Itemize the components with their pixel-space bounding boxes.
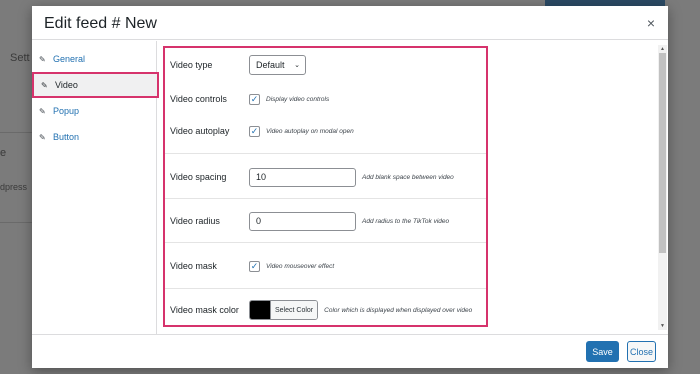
field-video-mask-color: Video mask color Select Color Color whic… [165,299,486,321]
field-video-mask: Video mask ✓ Video mouseover effect [165,256,486,276]
video-autoplay-checkbox[interactable]: ✓ [249,125,260,137]
tab-label: Button [53,132,80,142]
row-divider [165,288,486,289]
tab-label: General [53,54,86,64]
pin-icon: ✎ [39,106,46,116]
tab-video[interactable]: ✎ Video [32,72,159,98]
background-text: e [0,147,7,159]
field-video-spacing: Video spacing 10 Add blank space between… [165,165,486,189]
pin-icon: ✎ [41,80,48,90]
background-text: Sett [10,52,30,64]
scrollbar[interactable]: ▲ ▼ [658,45,667,330]
select-color-button[interactable]: Select Color [249,300,319,320]
video-autoplay-control: ✓ Video autoplay on modal open [249,125,354,137]
field-hint: Add blank space between video [362,173,454,181]
video-spacing-control: 10 Add blank space between video [249,167,454,187]
select-color-label: Select Color [270,301,318,319]
video-type-select[interactable]: Default ⌄ [249,54,306,75]
tab-popup[interactable]: ✎ Popup [32,98,156,124]
modal-footer: Save Close [32,334,668,368]
field-video-radius: Video radius 0 Add radius to the TikTok … [165,209,486,233]
field-hint: Add radius to the TikTok video [362,217,450,225]
field-label: Video spacing [170,172,227,182]
modal-header: Edit feed # New × [32,6,668,40]
field-label: Video mask [170,261,217,271]
scroll-thumb[interactable] [659,53,666,253]
background-divider [0,222,32,223]
pin-icon: ✎ [39,54,46,64]
row-divider [165,198,486,199]
field-label: Video autoplay [170,126,230,136]
video-settings-panel: Video type Default ⌄ Video controls ✓ Di… [163,46,488,327]
field-label: Video type [170,59,213,70]
video-radius-input[interactable]: 0 [249,211,356,231]
tab-label: Popup [53,106,80,116]
chevron-down-icon: ⌄ [294,61,300,69]
row-divider [165,153,486,154]
background-text: dpress [0,182,28,192]
edit-feed-modal: Edit feed # New × ✎ General ✎ Video ✎ Po… [32,6,668,368]
field-video-controls: Video controls ✓ Display video controls [165,89,486,109]
field-video-autoplay: Video autoplay ✓ Video autoplay on modal… [165,121,486,141]
video-mask-color-control: Select Color Color which is displayed wh… [249,300,472,320]
video-controls-checkbox[interactable]: ✓ [249,93,260,105]
field-hint: Color which is displayed when displayed … [324,306,473,314]
video-controls-control: ✓ Display video controls [249,93,330,105]
modal-title: Edit feed # New [44,15,157,32]
video-spacing-input[interactable]: 10 [249,167,356,187]
scroll-down-arrow-icon[interactable]: ▼ [658,322,667,330]
field-hint: Video autoplay on modal open [266,127,354,135]
video-type-control: Default ⌄ [249,54,306,75]
field-label: Video mask color [170,305,239,315]
video-mask-control: ✓ Video mouseover effect [249,260,335,272]
close-icon[interactable]: × [642,14,660,32]
field-hint: Display video controls [266,95,330,103]
select-value: Default [256,59,285,70]
settings-tabs: ✎ General ✎ Video ✎ Popup ✎ Button [32,41,159,334]
row-divider [165,242,486,243]
video-mask-checkbox[interactable]: ✓ [249,260,260,272]
save-button[interactable]: Save [586,341,619,362]
field-label: Video controls [170,94,227,104]
field-hint: Video mouseover effect [266,262,335,270]
video-radius-control: 0 Add radius to the TikTok video [249,211,450,231]
background-divider [0,132,32,133]
pin-icon: ✎ [39,132,46,142]
color-swatch [250,301,270,319]
field-label: Video radius [170,216,220,226]
tab-general[interactable]: ✎ General [32,46,156,72]
tab-button[interactable]: ✎ Button [32,124,156,150]
scroll-up-arrow-icon[interactable]: ▲ [658,45,667,53]
field-video-type: Video type Default ⌄ [165,52,486,77]
tab-label: Video [55,80,78,90]
close-button[interactable]: Close [627,341,656,362]
